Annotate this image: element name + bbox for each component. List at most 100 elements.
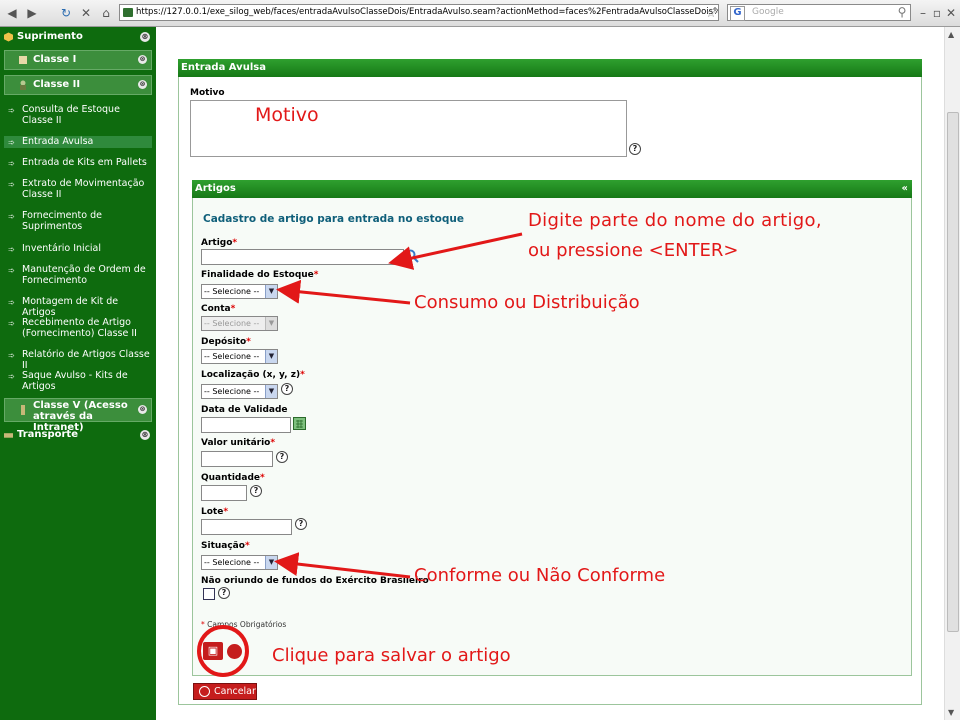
arrow-icon: ➾ <box>8 212 15 221</box>
collapse-chevron-icon[interactable]: « <box>902 180 908 198</box>
deposito-select[interactable]: -- Selecione -- ▼ <box>201 349 278 364</box>
help-icon[interactable]: ? <box>281 383 293 395</box>
sidebar-item-label: Entrada Avulsa <box>22 136 94 147</box>
chevron-down-icon: ▼ <box>265 385 277 398</box>
sidebar-item-entrada-avulsa[interactable]: ➾ Entrada Avulsa <box>4 136 152 148</box>
sidebar-item-consulta-estoque[interactable]: ➾ Consulta de Estoque Classe II <box>4 104 152 128</box>
help-icon[interactable]: ? <box>218 587 230 599</box>
scroll-up-icon[interactable]: ▲ <box>948 30 954 39</box>
arrow-icon: ➾ <box>8 106 15 115</box>
forward-icon[interactable]: ▶ <box>24 5 40 21</box>
scroll-down-icon[interactable]: ▼ <box>948 708 954 717</box>
sidebar-item-label: Recebimento de Artigo (Fornecimento) Cla… <box>22 317 137 339</box>
back-icon[interactable]: ◀ <box>4 5 20 21</box>
sidebar-item-label: Inventário Inicial <box>22 243 102 254</box>
save-button-group: ▣ <box>203 642 247 660</box>
search-magnifier-icon[interactable]: ⚲ <box>894 4 910 20</box>
cancel-item-button[interactable] <box>227 644 242 659</box>
artigo-input[interactable] <box>201 249 404 265</box>
collapse-icon[interactable]: ⊗ <box>138 80 147 89</box>
search-placeholder: Google <box>752 7 784 17</box>
sidebar-item-fornecimento[interactable]: ➾ Fornecimento de Suprimentos <box>4 210 152 234</box>
stop-icon[interactable]: ✕ <box>78 5 94 21</box>
localizacao-label: Localização (x, y, z)* <box>201 370 305 380</box>
sidebar-section-label: Suprimento <box>17 31 83 42</box>
calendar-icon[interactable] <box>293 417 306 430</box>
lote-label: Lote* <box>201 507 229 517</box>
collapse-icon[interactable]: ⊗ <box>140 430 150 440</box>
address-bar[interactable]: https://127.0.0.1/exe_silog_web/faces/en… <box>119 4 719 21</box>
artigo-label: Artigo* <box>201 238 238 248</box>
cancel-icon <box>199 686 210 697</box>
search-box[interactable]: G Google <box>727 4 911 21</box>
sidebar-item-inventario[interactable]: ➾ Inventário Inicial <box>4 243 152 255</box>
arrow-icon: ➾ <box>8 298 15 307</box>
help-icon[interactable]: ? <box>629 143 641 155</box>
cadastro-heading: Cadastro de artigo para entrada no estoq… <box>203 213 464 225</box>
sidebar-section-classe-i[interactable]: Classe I ⊗ <box>4 50 152 70</box>
scroll-thumb[interactable] <box>947 112 959 632</box>
help-icon[interactable]: ? <box>276 451 288 463</box>
nao-oriundo-checkbox[interactable] <box>203 588 215 600</box>
collapse-icon[interactable]: ⊗ <box>138 55 147 64</box>
quantidade-input[interactable] <box>201 485 247 501</box>
home-icon[interactable]: ⌂ <box>98 5 114 21</box>
sidebar-section-classe-v[interactable]: Classe V (Acesso através da Intranet) ⊗ <box>4 398 152 433</box>
validade-input[interactable] <box>201 417 291 433</box>
reload-icon[interactable]: ↻ <box>58 5 74 21</box>
localizacao-select[interactable]: -- Selecione -- ▼ <box>201 384 278 399</box>
search-icon[interactable] <box>405 249 419 263</box>
sidebar-item-entrada-kits[interactable]: ➾ Entrada de Kits em Pallets <box>4 157 152 169</box>
hexagon-icon <box>4 32 13 42</box>
lote-input[interactable] <box>201 519 292 535</box>
help-icon[interactable]: ? <box>250 485 262 497</box>
required-note: * Campos Obrigatórios <box>201 620 287 629</box>
deposito-label: Depósito* <box>201 337 251 347</box>
sidebar-item-saque-avulso[interactable]: ➾ Saque Avulso - Kits de Artigos <box>4 370 152 394</box>
sidebar-item-relatorio[interactable]: ➾ Relatório de Artigos Classe II <box>4 349 152 371</box>
floppy-disk-icon: ▣ <box>207 644 219 657</box>
cancel-button[interactable]: Cancelar <box>193 683 257 700</box>
sidebar-section-suprimento[interactable]: Suprimento ⊗ <box>0 27 156 47</box>
situacao-select[interactable]: -- Selecione -- ▼ <box>201 555 278 570</box>
arrow-icon: ➾ <box>8 159 15 168</box>
help-icon[interactable]: ? <box>295 518 307 530</box>
bookmark-star-icon[interactable]: ☆ <box>703 5 719 21</box>
sidebar-item-montagem-kit[interactable]: ➾ Montagem de Kit de Artigos <box>4 296 152 318</box>
sidebar-item-recebimento[interactable]: ➾ Recebimento de Artigo (Fornecimento) C… <box>4 317 152 341</box>
annotation-artigo-line2: ou pressione <ENTER> <box>528 240 739 261</box>
quantidade-label: Quantidade* <box>201 473 265 483</box>
chevron-down-icon: ▼ <box>265 317 277 330</box>
artigos-title: Artigos « <box>192 180 912 198</box>
collapse-icon[interactable]: ⊗ <box>140 32 150 42</box>
sidebar-section-label: Classe I <box>33 54 77 65</box>
sidebar-item-manutencao[interactable]: ➾ Manutenção de Ordem de Fornecimento <box>4 264 152 288</box>
panel-title: Entrada Avulsa <box>178 59 922 77</box>
collapse-icon[interactable]: ⊗ <box>138 405 147 414</box>
valor-input[interactable] <box>201 451 273 467</box>
sidebar-item-extrato[interactable]: ➾ Extrato de Movimentação Classe II <box>4 178 152 202</box>
arrow-icon: ➾ <box>8 180 15 189</box>
sidebar-section-label: Transporte <box>17 429 78 440</box>
validade-label: Data de Validade <box>201 405 288 415</box>
arrow-icon: ➾ <box>8 319 15 328</box>
finalidade-select[interactable]: -- Selecione -- ▼ <box>201 284 278 299</box>
sidebar-item-label: Montagem de Kit de Artigos <box>22 296 119 318</box>
save-button[interactable]: ▣ <box>203 642 223 660</box>
sidebar: Suprimento ⊗ Classe I ⊗ Classe II ⊗ ➾ Co… <box>0 27 156 720</box>
sidebar-section-classe-ii[interactable]: Classe II ⊗ <box>4 75 152 95</box>
sidebar-section-transporte[interactable]: Transporte ⊗ <box>0 425 156 445</box>
page-scrollbar[interactable]: ▲ ▼ <box>944 27 960 720</box>
finalidade-label: Finalidade do Estoque* <box>201 270 319 280</box>
chevron-down-icon: ▼ <box>265 285 277 298</box>
sidebar-item-label: Saque Avulso - Kits de Artigos <box>22 370 128 392</box>
valor-label: Valor unitário* <box>201 438 276 448</box>
google-engine-icon[interactable]: G <box>730 6 745 21</box>
close-window-icon[interactable]: ✕ <box>943 5 959 21</box>
vehicle-icon <box>4 433 13 438</box>
annotation-salvar: Clique para salvar o artigo <box>272 645 511 666</box>
sidebar-item-label: Entrada de Kits em Pallets <box>22 157 147 168</box>
annotation-finalidade: Consumo ou Distribuição <box>414 292 640 313</box>
sidebar-item-label: Relatório de Artigos Classe II <box>22 349 150 371</box>
conta-select: -- Selecione -- ▼ <box>201 316 278 331</box>
